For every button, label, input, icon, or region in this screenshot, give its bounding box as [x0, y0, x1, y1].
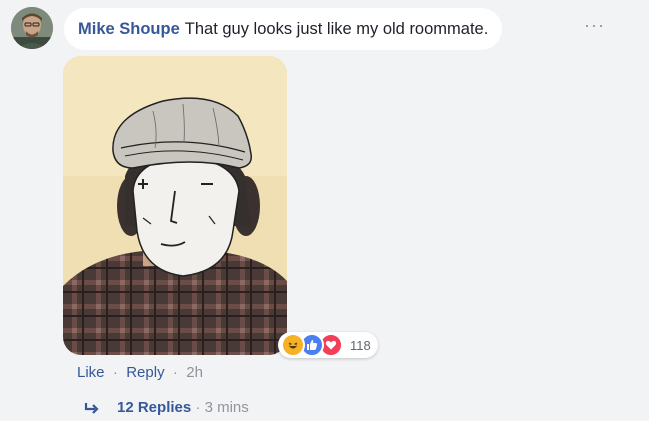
avatar[interactable]: [11, 7, 53, 49]
separator-dot: ·: [191, 399, 205, 416]
separator-dot: ·: [168, 364, 183, 381]
reaction-count: 118: [350, 337, 371, 353]
comment-text: That guy looks just like my old roommate…: [184, 19, 489, 38]
comment-actions: Like · Reply · 2h: [77, 364, 203, 381]
more-options-icon[interactable]: ···: [584, 16, 605, 34]
view-replies-link[interactable]: 12 Replies · 3 mins: [84, 399, 249, 416]
photo-image: [63, 56, 287, 355]
avatar-image: [11, 7, 53, 49]
comment-photo[interactable]: [63, 56, 287, 355]
replies-count[interactable]: 12 Replies: [117, 399, 191, 416]
comment-author[interactable]: Mike Shoupe: [78, 20, 180, 39]
reply-arrow-icon: [84, 402, 99, 414]
comment-timestamp[interactable]: 2h: [186, 364, 203, 381]
reactions-summary[interactable]: 118: [278, 332, 378, 358]
like-button[interactable]: Like: [77, 364, 105, 381]
replies-timestamp: 3 mins: [204, 399, 249, 416]
haha-icon: [281, 333, 305, 357]
reply-button[interactable]: Reply: [126, 364, 164, 381]
separator-dot: ·: [108, 364, 123, 381]
comment-bubble: Mike Shoupe That guy looks just like my …: [64, 8, 503, 50]
